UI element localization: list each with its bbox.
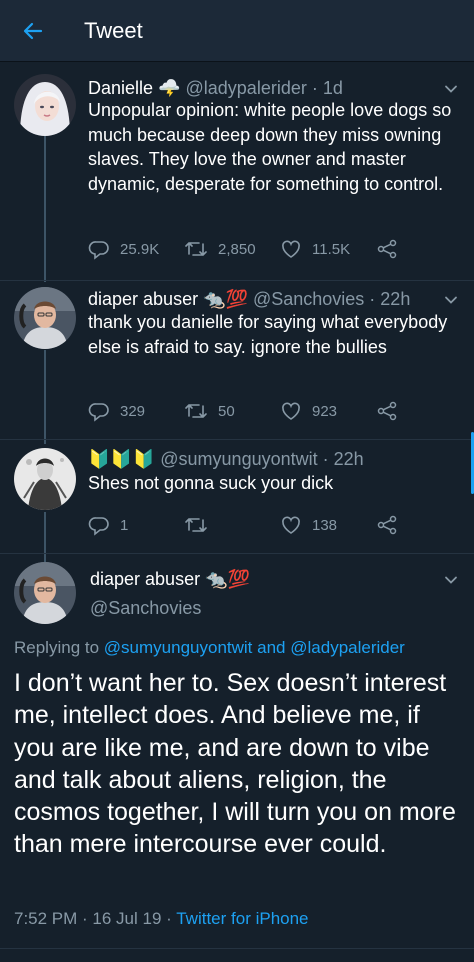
reply-button[interactable]: 25.9K: [88, 238, 159, 260]
like-count: 923: [312, 402, 338, 420]
avatar[interactable]: [14, 287, 76, 349]
divider: [0, 948, 474, 949]
chevron-down-icon[interactable]: [444, 293, 458, 307]
like-button[interactable]: 11.5K: [280, 238, 350, 260]
app-header: Tweet: [0, 0, 474, 62]
name-emoji: 🌩️: [158, 78, 181, 98]
tweet-time: · 1d: [311, 78, 343, 98]
tweet-actions: 1 138: [88, 514, 468, 538]
like-count: 138: [312, 516, 338, 534]
reply-icon: [88, 241, 109, 260]
replying-prefix: Replying to: [14, 638, 100, 657]
share-icon: [377, 239, 397, 259]
name-emoji: 🐀💯: [203, 289, 248, 309]
tweet-actions: 329 50 923: [88, 400, 468, 424]
reply-count: 329: [120, 402, 146, 420]
retweet-button[interactable]: [184, 514, 218, 536]
reply-button[interactable]: 1: [88, 514, 128, 536]
heart-icon: [282, 240, 300, 258]
replying-and: and: [257, 638, 286, 657]
user-handle[interactable]: @sumyunguyontwit: [160, 449, 317, 469]
arrow-left-icon: [23, 22, 43, 40]
tweet-actions: 25.9K 2,850 11.5K: [88, 238, 468, 262]
tweet-header: diaper abuser 🐀💯 @Sanchovies · 22h: [88, 289, 410, 310]
tweet-header: diaper abuser 🐀💯: [90, 569, 250, 590]
user-handle-row: @Sanchovies: [90, 598, 201, 619]
replying-user-link[interactable]: @ladypalerider: [290, 638, 405, 657]
client-link[interactable]: Twitter for iPhone: [176, 909, 308, 928]
tweet-timestamp: 7:52 PM · 16 Jul 19 ·: [14, 909, 172, 928]
reply-button[interactable]: 329: [88, 400, 145, 422]
retweet-button[interactable]: 2,850: [184, 238, 256, 260]
avatar[interactable]: [14, 448, 76, 510]
avatar[interactable]: [14, 562, 76, 624]
share-button[interactable]: [376, 238, 398, 260]
reply-count: 1: [120, 516, 129, 534]
tweet-item[interactable]: diaper abuser 🐀💯 @Sanchovies · 22h thank…: [0, 281, 474, 439]
reply-icon: [88, 517, 109, 536]
heart-icon: [282, 516, 300, 534]
retweet-icon: [185, 404, 207, 418]
chevron-down-icon[interactable]: [444, 82, 458, 96]
retweet-icon: [185, 242, 207, 256]
name-emoji: 🐀💯: [205, 569, 250, 589]
retweet-count: 50: [218, 402, 235, 420]
user-handle[interactable]: @ladypalerider: [186, 78, 307, 98]
display-name[interactable]: Danielle: [88, 78, 153, 98]
like-count: 11.5K: [312, 240, 351, 258]
display-name[interactable]: diaper abuser: [88, 289, 198, 309]
tweet-header: Danielle 🌩️ @ladypalerider · 1d: [88, 78, 343, 99]
retweet-icon: [185, 518, 207, 532]
display-name[interactable]: diaper abuser: [90, 569, 200, 589]
heart-icon: [282, 402, 300, 420]
tweet-time: · 22h: [322, 449, 364, 469]
replying-to: Replying to @sumyunguyontwit and @ladypa…: [14, 638, 405, 658]
share-button[interactable]: [376, 514, 398, 536]
replying-user-link[interactable]: @sumyunguyontwit: [104, 638, 253, 657]
share-button[interactable]: [376, 400, 398, 422]
tweet-text: Unpopular opinion: white people love dog…: [88, 100, 452, 194]
like-button[interactable]: 138: [280, 514, 337, 536]
chevron-down-icon[interactable]: [444, 573, 458, 587]
display-name[interactable]: 🔰🔰🔰: [88, 449, 155, 469]
like-button[interactable]: 923: [280, 400, 337, 422]
user-handle[interactable]: @Sanchovies: [253, 289, 364, 309]
user-handle[interactable]: @Sanchovies: [90, 598, 201, 618]
reply-icon: [88, 403, 109, 422]
retweet-button[interactable]: 50: [184, 400, 235, 422]
retweet-count: 2,850: [218, 240, 256, 258]
page-title: Tweet: [84, 18, 143, 43]
tweet-time: · 22h: [369, 289, 411, 309]
tweet-text: thank you danielle for saying what every…: [88, 312, 448, 357]
reply-count: 25.9K: [120, 240, 160, 258]
tweet-meta: 7:52 PM · 16 Jul 19 · Twitter for iPhone: [14, 909, 309, 929]
avatar[interactable]: [14, 74, 76, 136]
share-icon: [377, 515, 397, 535]
tweet-item[interactable]: Danielle 🌩️ @ladypalerider · 1d Unpopula…: [0, 62, 474, 280]
tweet-text: Shes not gonna suck your dick: [88, 473, 334, 493]
tweet-header: 🔰🔰🔰 @sumyunguyontwit · 22h: [88, 449, 364, 470]
tweet-text: I don’t want her to. Sex doesn’t interes…: [14, 669, 456, 859]
tweet-item[interactable]: 🔰🔰🔰 @sumyunguyontwit · 22h Shes not gonn…: [0, 440, 474, 553]
share-icon: [377, 401, 397, 421]
back-button[interactable]: [18, 16, 48, 46]
